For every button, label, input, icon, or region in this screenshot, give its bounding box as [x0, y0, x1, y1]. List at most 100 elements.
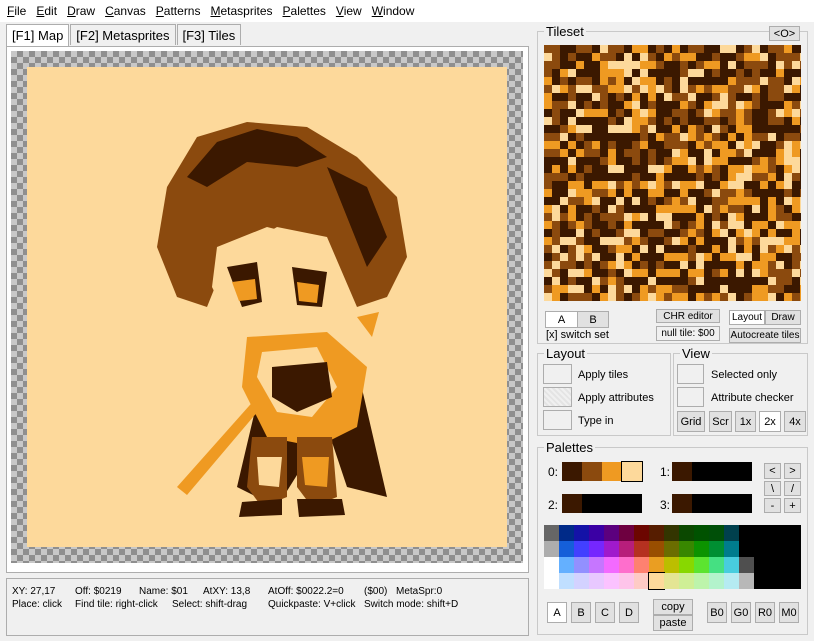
nes-color-cell[interactable] [619, 541, 634, 557]
collapse-button[interactable]: <O> [769, 26, 800, 41]
nes-color-cell[interactable] [559, 573, 574, 589]
subpalette-a-button[interactable]: A [547, 602, 567, 623]
nes-color-cell[interactable] [694, 573, 709, 589]
nes-color-cell[interactable] [574, 573, 589, 589]
nes-color-cell[interactable] [574, 557, 589, 573]
menu-metasprites[interactable]: Metasprites [205, 4, 277, 18]
pal2-color-0[interactable] [562, 494, 582, 513]
nes-color-cell[interactable] [619, 573, 634, 589]
nes-color-cell[interactable] [634, 525, 649, 541]
nes-color-cell[interactable] [664, 541, 679, 557]
nes-color-cell[interactable] [544, 557, 559, 573]
nes-color-cell[interactable] [664, 525, 679, 541]
pal3-color-2[interactable] [712, 494, 732, 513]
emphasis-r0-button[interactable]: R0 [755, 602, 775, 623]
nes-color-cell[interactable] [679, 541, 694, 557]
pal1-color-2[interactable] [712, 462, 732, 481]
nes-color-cell[interactable] [589, 557, 604, 573]
nes-color-cell[interactable] [634, 557, 649, 573]
nes-color-cell[interactable] [634, 541, 649, 557]
pal3-color-1[interactable] [692, 494, 712, 513]
pal2-color-3[interactable] [622, 494, 642, 513]
palette-minus-button[interactable]: - [764, 498, 781, 513]
emphasis-m0-button[interactable]: M0 [779, 602, 799, 623]
zoom-1x-button[interactable]: 1x [735, 411, 756, 432]
nes-color-cell[interactable] [694, 525, 709, 541]
screen-button[interactable]: Scr [709, 411, 732, 432]
nes-color-cell[interactable] [544, 573, 559, 589]
nes-color-cell[interactable] [544, 525, 559, 541]
menu-file[interactable]: File [2, 4, 31, 18]
tileset-set-a-button[interactable]: A [545, 311, 578, 328]
nes-color-cell[interactable] [694, 557, 709, 573]
draw-mode-button[interactable]: Draw [765, 310, 801, 325]
nes-color-cell[interactable] [724, 525, 739, 541]
nes-color-cell[interactable] [649, 541, 664, 557]
nes-color-cell[interactable] [589, 573, 604, 589]
nes-color-cell[interactable] [574, 541, 589, 557]
nes-color-cell[interactable] [679, 557, 694, 573]
menu-window[interactable]: Window [367, 4, 420, 18]
pal0-color-1[interactable] [582, 462, 602, 481]
menu-edit[interactable]: Edit [31, 4, 62, 18]
menu-patterns[interactable]: Patterns [151, 4, 206, 18]
apply-attributes-checkbox[interactable] [543, 387, 572, 407]
pal0-color-3[interactable] [621, 461, 643, 482]
nes-color-cell[interactable] [664, 573, 679, 589]
palette-2[interactable] [562, 494, 642, 513]
nes-color-black-block[interactable] [754, 525, 801, 589]
pal3-color-0[interactable] [672, 494, 692, 513]
pal2-color-1[interactable] [582, 494, 602, 513]
emphasis-g0-button[interactable]: G0 [731, 602, 751, 623]
menu-view[interactable]: View [331, 4, 367, 18]
palette-plus-button[interactable]: + [784, 498, 801, 513]
menu-canvas[interactable]: Canvas [100, 4, 151, 18]
nes-color-cell[interactable] [709, 573, 724, 589]
menu-palettes[interactable]: Palettes [278, 4, 331, 18]
map-canvas[interactable] [27, 67, 507, 547]
nes-color-cell[interactable] [559, 557, 574, 573]
nes-color-cell[interactable] [619, 525, 634, 541]
pal0-color-2[interactable] [602, 462, 622, 481]
nes-color-cell[interactable] [604, 557, 619, 573]
nes-color-cell[interactable] [634, 573, 649, 589]
map-viewport[interactable] [11, 51, 523, 563]
pal1-color-3[interactable] [732, 462, 752, 481]
autocreate-tiles-button[interactable]: Autocreate tiles [729, 328, 801, 343]
nes-color-cell[interactable] [724, 573, 739, 589]
palette-1[interactable] [672, 462, 752, 481]
nes-color-cell[interactable] [679, 573, 694, 589]
palette-copy-button[interactable]: copy [653, 599, 693, 615]
nes-color-cell[interactable] [559, 541, 574, 557]
layout-mode-button[interactable]: Layout [729, 310, 765, 325]
apply-tiles-checkbox[interactable] [543, 364, 572, 384]
nes-color-cell[interactable] [559, 525, 574, 541]
nes-color-cell[interactable] [604, 525, 619, 541]
subpalette-c-button[interactable]: C [595, 602, 615, 623]
nes-color-cell[interactable] [724, 557, 739, 573]
tileset-set-b-button[interactable]: B [577, 311, 609, 328]
pal1-color-0[interactable] [672, 462, 692, 481]
palette-prev-button[interactable]: < [764, 463, 781, 479]
nes-color-cell[interactable] [709, 541, 724, 557]
nes-color-cell[interactable] [544, 541, 559, 557]
nes-color-cell[interactable] [589, 525, 604, 541]
nes-color-cell[interactable] [739, 525, 754, 541]
pal2-color-2[interactable] [602, 494, 622, 513]
palette-slash-button[interactable]: / [784, 481, 801, 496]
nes-color-cell[interactable] [619, 557, 634, 573]
nes-color-cell[interactable] [709, 557, 724, 573]
null-tile-field[interactable]: null tile: $00 [656, 326, 720, 341]
subpalette-d-button[interactable]: D [619, 602, 639, 623]
palette-3[interactable] [672, 494, 752, 513]
nes-color-cell[interactable] [724, 541, 739, 557]
nes-color-cell[interactable] [604, 541, 619, 557]
nes-color-cell[interactable] [604, 573, 619, 589]
palette-0[interactable] [562, 461, 643, 482]
selected-only-checkbox[interactable] [677, 364, 704, 384]
nes-color-cell[interactable] [648, 572, 665, 590]
nes-color-cell[interactable] [709, 525, 724, 541]
menu-draw[interactable]: Draw [62, 4, 100, 18]
grid-button[interactable]: Grid [677, 411, 705, 432]
nes-color-grid[interactable] [544, 525, 754, 590]
